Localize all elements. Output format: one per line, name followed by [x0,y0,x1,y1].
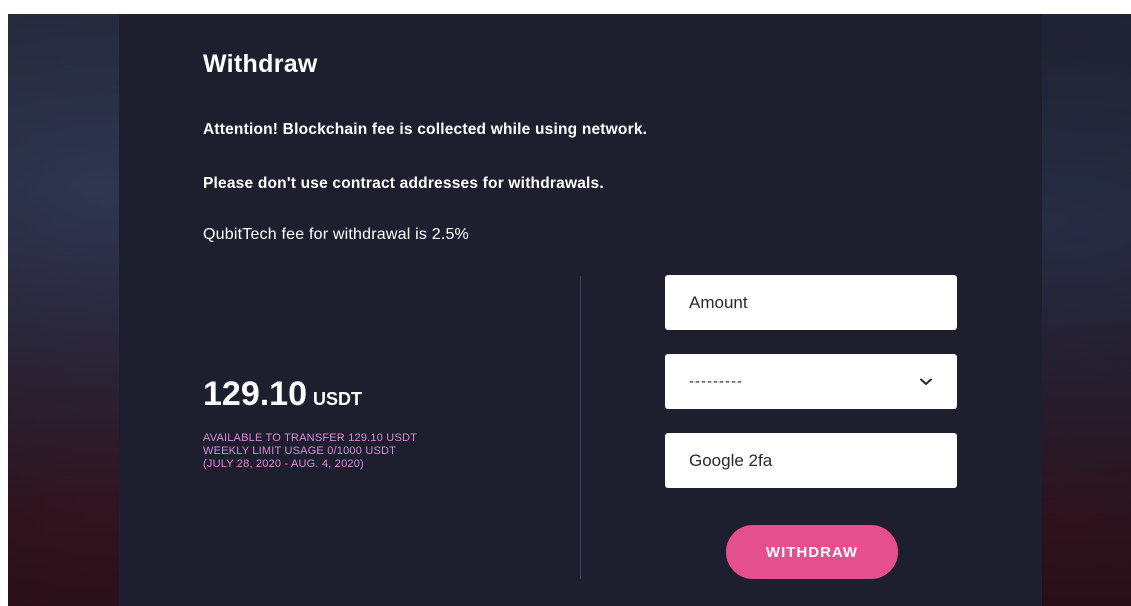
column-divider [580,276,581,579]
network-select-value: --------- [689,373,743,390]
blockchain-fee-notice: Attention! Blockchain fee is collected w… [203,121,648,138]
balance-amount: 129.10 [203,375,307,413]
network-select[interactable]: --------- [665,354,957,409]
balance-display: 129.10 USDT [203,375,362,414]
weekly-limit-usage: WEEKLY LIMIT USAGE 0/1000 USDT [203,445,397,457]
amount-input[interactable] [665,275,957,330]
transfer-limits: AVAILABLE TO TRANSFER 129.10 USDT WEEKLY… [203,432,417,471]
chevron-down-icon [919,375,933,389]
google-2fa-input[interactable] [665,433,957,488]
page-background: Withdraw Attention! Blockchain fee is co… [8,14,1131,606]
balance-currency: USDT [313,389,362,409]
withdraw-panel: Withdraw Attention! Blockchain fee is co… [119,14,1042,606]
platform-fee-text: QubitTech fee for withdrawal is 2.5% [203,226,469,243]
contract-address-notice: Please don't use contract addresses for … [203,175,604,192]
page-title: Withdraw [203,50,318,78]
limit-period: (JULY 28, 2020 - AUG. 4, 2020) [203,458,364,470]
available-to-transfer: AVAILABLE TO TRANSFER 129.10 USDT [203,432,418,444]
withdraw-button[interactable]: WITHDRAW [726,525,898,579]
